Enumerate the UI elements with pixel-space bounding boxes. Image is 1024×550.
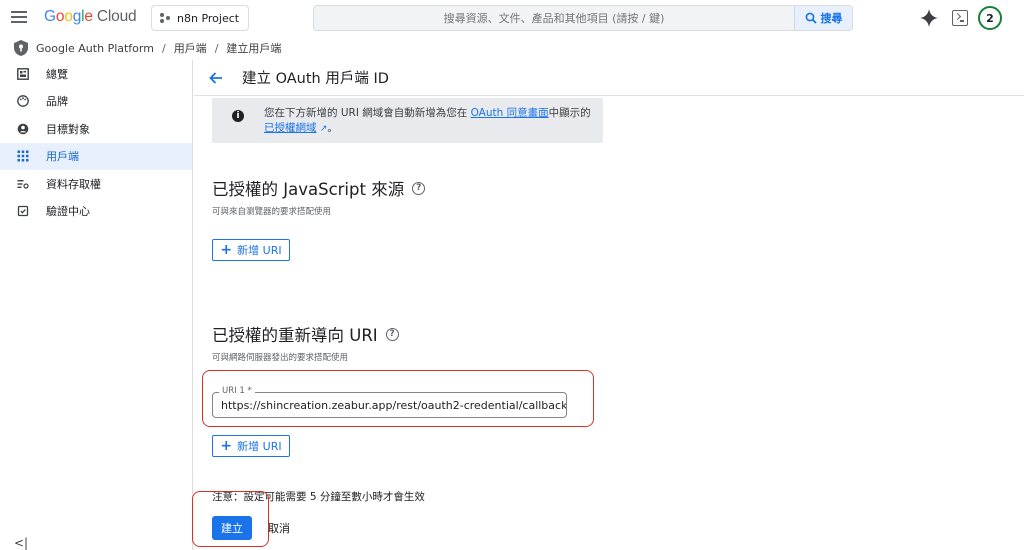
person-icon bbox=[17, 123, 29, 135]
redirect-uris-section-title: 已授權的重新導向 URI ? bbox=[212, 322, 399, 346]
page-header: 建立 OAuth 用戶端 ID bbox=[194, 60, 1024, 96]
hamburger-menu-icon[interactable] bbox=[9, 8, 29, 28]
sidebar-item-label: 用戶端 bbox=[46, 150, 79, 163]
sidebar-item-overview[interactable]: 總覽 bbox=[0, 60, 192, 87]
redirect-uri-input[interactable] bbox=[213, 393, 566, 417]
sidebar-item-label: 品牌 bbox=[46, 95, 68, 108]
collapse-sidebar-icon[interactable]: <| bbox=[14, 536, 28, 550]
back-arrow-icon[interactable] bbox=[206, 68, 226, 88]
add-uri-label: 新增 URI bbox=[237, 244, 282, 257]
search-button-label: 搜尋 bbox=[820, 12, 843, 25]
authorized-domains-link[interactable]: 已授權網域 bbox=[264, 122, 317, 134]
js-origins-section-title: 已授權的 JavaScript 來源 ? bbox=[212, 176, 426, 200]
redirect-uris-title: 已授權的重新導向 URI bbox=[212, 326, 378, 345]
info-banner: i 您在下方新增的 URI 網域會自動新增為您在 OAuth 同意畫面中顯示的 … bbox=[212, 98, 603, 143]
breadcrumb-item-create-client: 建立用戶端 bbox=[226, 42, 282, 55]
help-icon[interactable]: ? bbox=[412, 181, 426, 195]
sidebar: 總覽 品牌 目標對象 用戶端 資料存取權 驗證中心 <| bbox=[0, 60, 193, 550]
add-uri-label: 新增 URI bbox=[237, 440, 282, 453]
top-bar: Google Cloud n8n Project 搜尋 2 bbox=[0, 0, 1024, 36]
sidebar-item-label: 總覽 bbox=[46, 67, 68, 81]
redirect-uri-field-label: URI 1 * bbox=[219, 386, 255, 396]
project-selector-button[interactable]: n8n Project bbox=[151, 5, 249, 31]
notification-badge[interactable]: 2 bbox=[978, 6, 1002, 30]
sidebar-item-audience[interactable]: 目標對象 bbox=[0, 115, 192, 142]
oauth-consent-screen-link[interactable]: OAuth 同意畫面 bbox=[471, 107, 549, 119]
dashboard-icon bbox=[17, 67, 29, 80]
cloud-shell-icon[interactable] bbox=[952, 10, 968, 26]
grid-icon bbox=[17, 150, 29, 162]
gemini-icon[interactable] bbox=[920, 9, 938, 27]
help-icon[interactable]: ? bbox=[385, 327, 399, 341]
breadcrumb-separator: / bbox=[214, 41, 219, 55]
sidebar-item-label: 資料存取權 bbox=[46, 177, 101, 191]
project-icon bbox=[160, 13, 170, 23]
js-origins-title: 已授權的 JavaScript 來源 bbox=[212, 180, 405, 199]
breadcrumb-item-auth-platform[interactable]: Google Auth Platform bbox=[36, 42, 154, 55]
redirect-uri-field: URI 1 * bbox=[212, 386, 567, 418]
breadcrumb-separator: / bbox=[161, 41, 166, 55]
plus-icon: + bbox=[220, 242, 233, 258]
search-icon bbox=[805, 12, 817, 24]
sidebar-item-label: 驗證中心 bbox=[46, 205, 90, 218]
project-name: n8n Project bbox=[177, 11, 240, 25]
breadcrumb: Google Auth Platform / 用戶端 / 建立用戶端 bbox=[14, 38, 281, 58]
auth-platform-shield-icon bbox=[14, 40, 28, 56]
info-icon: i bbox=[232, 110, 244, 122]
logo-cloud-text: Cloud bbox=[96, 8, 137, 25]
info-banner-text: 您在下方新增的 URI 網域會自動新增為您在 OAuth 同意畫面中顯示的 已授… bbox=[264, 106, 591, 137]
search-bar: 搜尋 bbox=[313, 5, 853, 31]
data-access-icon bbox=[17, 178, 29, 190]
info-text-after: 。 bbox=[327, 122, 338, 134]
add-js-origin-uri-button[interactable]: + 新增 URI bbox=[212, 239, 290, 261]
sidebar-item-label: 目標對象 bbox=[46, 122, 90, 136]
palette-icon bbox=[17, 95, 29, 107]
search-input[interactable] bbox=[314, 6, 794, 30]
cancel-button[interactable]: 取消 bbox=[268, 520, 290, 536]
page-title: 建立 OAuth 用戶端 ID bbox=[242, 71, 389, 87]
sidebar-item-branding[interactable]: 品牌 bbox=[0, 88, 192, 115]
sidebar-item-data-access[interactable]: 資料存取權 bbox=[0, 170, 192, 197]
create-button[interactable]: 建立 bbox=[212, 516, 252, 540]
sidebar-item-clients[interactable]: 用戶端 bbox=[0, 142, 192, 170]
info-text-before: 您在下方新增的 URI 網域會自動新增為您在 bbox=[264, 107, 471, 119]
sidebar-item-verification-center[interactable]: 驗證中心 bbox=[0, 198, 192, 225]
info-text-middle: 中顯示的 bbox=[548, 107, 591, 119]
redirect-uris-subtitle: 可與網路伺服器發出的要求搭配使用 bbox=[212, 353, 349, 363]
breadcrumb-item-clients[interactable]: 用戶端 bbox=[174, 40, 207, 56]
js-origins-subtitle: 可與來自瀏覽器的要求搭配使用 bbox=[212, 207, 332, 217]
verification-icon bbox=[17, 205, 29, 217]
plus-icon: + bbox=[220, 438, 233, 454]
search-button[interactable]: 搜尋 bbox=[794, 6, 852, 30]
google-cloud-logo[interactable]: Google Cloud bbox=[44, 8, 137, 26]
add-redirect-uri-button[interactable]: + 新增 URI bbox=[212, 435, 290, 457]
